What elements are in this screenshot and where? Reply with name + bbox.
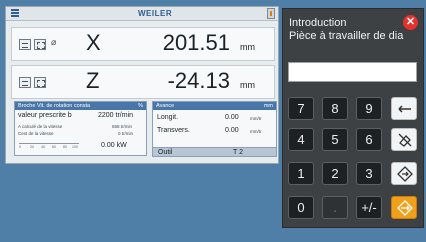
feed-longitudinal-value: 0.00 <box>225 114 239 121</box>
spindle-calc-label: A calculé de la vitesse <box>18 124 63 129</box>
feed-header-label: Avance <box>156 103 175 109</box>
axis-mode-icon[interactable] <box>19 77 31 88</box>
axis-name: X <box>86 30 101 55</box>
axis-select-icon <box>397 166 413 182</box>
axis-reference-icon[interactable] <box>34 39 46 50</box>
tool-value: T 2 <box>233 149 243 156</box>
spindle-box: Broche Vit. de rotation consta % valeur … <box>14 101 147 156</box>
eraser-icon <box>398 133 412 147</box>
input-dialog: Introduction Pièce à travailler de dia ✕… <box>282 8 424 228</box>
close-icon[interactable]: ✕ <box>403 15 418 30</box>
spindle-header-label: Broche Vit. de rotation consta <box>18 103 91 109</box>
key-1[interactable]: 1 <box>288 162 314 185</box>
key-4[interactable]: 4 <box>288 128 314 151</box>
sign-key[interactable]: +/- <box>356 196 382 219</box>
axis-select-key[interactable] <box>391 162 417 185</box>
tool-bar: Outil T 2 <box>152 147 277 157</box>
value-input[interactable] <box>288 62 417 82</box>
feed-longitudinal-unit: mm/tr <box>250 116 262 121</box>
scale-tick: 20 <box>30 145 34 149</box>
spindle-actual-label: Cest de la vitesse <box>18 131 54 136</box>
tool-label: Outil <box>158 149 173 156</box>
key-8[interactable]: 8 <box>322 97 348 120</box>
spindle-setpoint-value: 2200 tr/min <box>98 112 134 119</box>
scale-tick: 80 <box>63 145 67 149</box>
panel-top-bar: WEILER <box>6 7 278 21</box>
machine-panel: WEILER ⌀ X 201.51 mm Z -24.13 mm Broche … <box>5 6 279 164</box>
dialog-subtitle: Pièce à travailler de dia <box>289 30 404 42</box>
spindle-calc-value: 658 tr/min <box>112 124 133 129</box>
key-7[interactable]: 7 <box>288 97 314 120</box>
spindle-actual-value: 0 tr/min <box>118 131 134 136</box>
axis-name: Z <box>86 68 100 93</box>
feed-longitudinal-label: Longit. <box>157 114 179 121</box>
axis-unit: mm <box>240 80 255 90</box>
feed-transverse-unit: mm/tr <box>250 129 262 134</box>
key-2[interactable]: 2 <box>322 162 348 185</box>
spindle-header-unit: % <box>138 103 143 109</box>
scale-tick: 40 <box>41 145 45 149</box>
key-3[interactable]: 3 <box>356 162 382 185</box>
scale-tick: 100 <box>72 145 78 149</box>
clear-key[interactable] <box>391 128 417 151</box>
diameter-icon: ⌀ <box>51 37 57 47</box>
spindle-setpoint-label: valeur prescrite b <box>18 112 72 119</box>
feed-transverse-label: Transvers. <box>157 127 190 134</box>
enter-key[interactable] <box>391 196 417 219</box>
feed-header-unit: mm <box>263 103 273 109</box>
feed-transverse-value: 0.00 <box>225 127 239 134</box>
key-5[interactable]: 5 <box>322 128 348 151</box>
backspace-key[interactable] <box>391 97 417 120</box>
brand-logo: WEILER <box>138 9 173 18</box>
decimal-key[interactable]: . <box>322 196 348 219</box>
status-indicator-icon <box>267 8 275 19</box>
dialog-title: Introduction <box>289 17 347 29</box>
enter-icon <box>397 200 413 216</box>
scale-tick: 60 <box>52 145 56 149</box>
axis-mode-icon[interactable] <box>19 39 31 50</box>
axis-value: 201.51 <box>162 30 230 55</box>
menu-icon[interactable] <box>11 9 19 18</box>
spindle-power: 0.00 kW <box>101 142 127 149</box>
key-9[interactable]: 9 <box>356 97 382 120</box>
axis-row-x: ⌀ X 201.51 mm <box>11 27 275 61</box>
axis-row-z: Z -24.13 mm <box>11 65 275 99</box>
spindle-load-scale: 0 20 40 60 80 100 <box>19 143 79 149</box>
axis-reference-icon[interactable] <box>34 77 46 88</box>
axis-value: -24.13 <box>167 68 230 93</box>
key-6[interactable]: 6 <box>356 128 382 151</box>
feed-header: Avance mm <box>153 102 276 110</box>
backspace-icon <box>398 105 411 113</box>
scale-tick: 0 <box>19 145 21 149</box>
axis-unit: mm <box>240 42 255 52</box>
spindle-header: Broche Vit. de rotation consta % <box>15 102 146 110</box>
key-0[interactable]: 0 <box>288 196 314 219</box>
